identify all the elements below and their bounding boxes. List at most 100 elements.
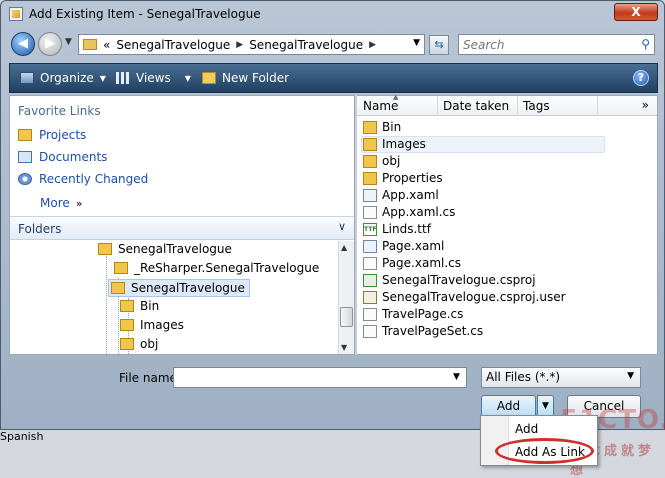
more-label: More <box>40 196 70 210</box>
address-bar[interactable]: « SenegalTravelogue ▶ SenegalTravelogue … <box>78 34 425 55</box>
highlight-annotation <box>495 438 594 464</box>
search-box[interactable]: ⚲ <box>458 34 655 55</box>
file-item[interactable]: Page.xaml.cs <box>363 256 461 270</box>
file-item[interactable]: Page.xaml <box>363 239 444 253</box>
font-file-icon: TTF <box>363 222 377 236</box>
folder-icon <box>363 137 377 151</box>
new-folder-icon <box>202 72 216 84</box>
file-item[interactable]: Bin <box>363 120 401 134</box>
folder-icon <box>18 129 32 141</box>
breadcrumb-separator-icon[interactable]: ▶ <box>236 40 243 50</box>
tree-item-label: _ReSharper.SenegalTravelogue <box>134 261 320 275</box>
cs-file-icon <box>363 307 377 321</box>
column-name[interactable]: Name <box>363 99 398 113</box>
file-item[interactable]: obj <box>363 154 400 168</box>
new-folder-button[interactable]: New Folder <box>202 71 289 85</box>
folder-icon <box>111 282 125 294</box>
file-item[interactable]: Images <box>363 137 426 151</box>
address-dropdown-icon[interactable]: ▼ <box>413 38 420 48</box>
file-item-label: Bin <box>382 120 402 134</box>
column-divider[interactable] <box>597 96 598 116</box>
breadcrumb-prefix[interactable]: « <box>103 38 110 52</box>
xaml-file-icon <box>363 239 377 253</box>
recently-changed-icon <box>18 173 32 185</box>
tree-item[interactable]: _ReSharper.SenegalTravelogue <box>114 261 319 275</box>
file-item-label: SenegalTravelogue.csproj.user <box>382 290 566 304</box>
column-tags[interactable]: Tags <box>523 99 550 113</box>
title-bar: Add Existing Item - SenegalTravelogue X <box>1 1 664 29</box>
breadcrumb-item[interactable]: SenegalTravelogue <box>249 38 363 52</box>
file-item-label: TravelPageSet.cs <box>382 324 484 338</box>
folder-icon <box>98 243 112 255</box>
folder-icon <box>83 39 97 50</box>
filename-dropdown-icon[interactable]: ▼ <box>453 372 460 382</box>
tree-item[interactable]: obj <box>120 337 158 351</box>
organize-icon <box>20 72 34 84</box>
tree-item-selected[interactable]: SenegalTravelogue <box>108 279 250 297</box>
file-item[interactable]: SenegalTravelogue.csproj <box>363 273 536 287</box>
favorite-link-projects[interactable]: Projects <box>18 128 86 142</box>
double-chevron-icon: » <box>75 197 83 210</box>
tree-item[interactable]: Bin <box>120 299 159 313</box>
back-arrow-icon[interactable]: ◀ <box>11 32 35 56</box>
column-date-taken[interactable]: Date taken <box>443 99 509 113</box>
folder-icon <box>363 120 377 134</box>
folder-icon <box>120 338 134 350</box>
file-type-select[interactable]: All Files (*.*) ▼ <box>481 367 641 388</box>
csproj-file-icon <box>363 273 377 287</box>
menu-item-add[interactable]: Add <box>515 422 538 436</box>
new-folder-label: New Folder <box>222 71 290 85</box>
scrollbar-thumb[interactable] <box>340 307 353 327</box>
favorite-link-recently-changed[interactable]: Recently Changed <box>18 172 148 186</box>
views-button[interactable]: Views ▼ <box>116 71 191 85</box>
organize-button[interactable]: Organize ▼ <box>20 71 106 85</box>
folder-icon <box>114 262 128 274</box>
cs-file-icon <box>363 324 377 338</box>
breadcrumb-separator-icon[interactable]: ▶ <box>369 40 376 50</box>
tree-connector <box>106 256 107 356</box>
tree-item-label: Bin <box>140 299 160 313</box>
tree-item[interactable]: Images <box>120 318 184 332</box>
background-text: Spanish <box>0 430 44 443</box>
file-item[interactable]: TravelPageSet.cs <box>363 324 483 338</box>
folders-scrollbar[interactable]: ▲ ▼ <box>338 241 354 354</box>
search-icon[interactable]: ⚲ <box>641 37 650 51</box>
scroll-down-icon[interactable]: ▼ <box>341 343 347 352</box>
help-icon[interactable]: ? <box>633 70 649 86</box>
navigation-pane: Favorite Links Projects Documents Recent… <box>9 95 355 356</box>
file-item[interactable]: TTF Linds.ttf <box>363 222 431 236</box>
organize-label: Organize <box>40 71 94 85</box>
search-input[interactable] <box>461 36 631 53</box>
folders-header[interactable]: Folders ∨ <box>10 216 354 240</box>
file-item-label: Properties <box>382 171 443 185</box>
more-columns-icon[interactable]: » <box>642 98 649 112</box>
views-label: Views <box>136 71 171 85</box>
breadcrumb-item[interactable]: SenegalTravelogue <box>116 38 230 52</box>
more-favorites-link[interactable]: More » <box>40 196 82 210</box>
favorite-link-documents[interactable]: Documents <box>18 150 107 164</box>
file-item[interactable]: SenegalTravelogue.csproj.user <box>363 290 566 304</box>
refresh-icon[interactable]: ⇆ <box>429 35 449 55</box>
tree-item[interactable]: SenegalTravelogue <box>98 242 232 256</box>
sort-ascending-icon: ▲ <box>393 93 399 101</box>
forward-arrow-icon[interactable]: ▶ <box>38 32 62 56</box>
chevron-down-icon: ▼ <box>99 73 106 83</box>
file-list-pane: Name ▲ Date taken Tags » Bin Images obj … <box>357 93 658 355</box>
file-item[interactable]: App.xaml <box>363 188 439 202</box>
close-button[interactable]: X <box>614 3 658 21</box>
filename-input[interactable] <box>173 367 467 388</box>
file-item[interactable]: Properties <box>363 171 443 185</box>
scroll-up-icon[interactable]: ▲ <box>341 243 347 252</box>
file-item-label: TravelPage.cs <box>382 307 464 321</box>
column-divider[interactable] <box>517 96 518 116</box>
history-dropdown-icon[interactable]: ▼ <box>65 37 72 47</box>
file-item[interactable]: App.xaml.cs <box>363 205 455 219</box>
column-divider[interactable] <box>437 96 438 116</box>
file-item-label: obj <box>382 154 401 168</box>
chevron-down-icon[interactable]: ∨ <box>338 220 346 233</box>
folder-icon <box>120 319 134 331</box>
file-item[interactable]: TravelPage.cs <box>363 307 463 321</box>
folder-icon <box>363 171 377 185</box>
chevron-down-icon: ▼ <box>627 371 634 381</box>
tree-item-label: Images <box>140 318 184 332</box>
